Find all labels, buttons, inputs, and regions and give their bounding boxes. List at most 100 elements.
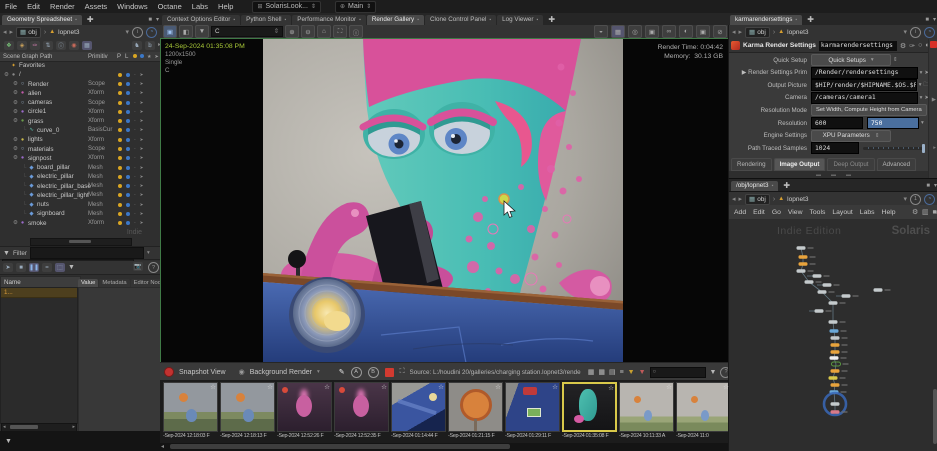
visible-flag[interactable] xyxy=(126,147,130,151)
tree-row-nuts[interactable]: └◆nutsMesh-➤ xyxy=(0,200,160,209)
funnel-icon[interactable]: ▼ xyxy=(68,264,75,271)
param-field-width[interactable]: 600 xyxy=(811,117,863,129)
tab-context-options-editor[interactable]: Context Options Editor▪ xyxy=(162,15,240,25)
active-flag[interactable] xyxy=(118,221,122,225)
info-icon[interactable]: ⓘ xyxy=(56,41,66,50)
select-arrow-icon[interactable]: ➤ xyxy=(140,72,144,78)
active-flag[interactable] xyxy=(118,110,122,114)
tab-geometry-spreadsheet[interactable]: Geometry Spreadsheet▪ xyxy=(2,15,82,25)
slider-handle[interactable] xyxy=(922,144,925,153)
network-view[interactable]: Indie Edition Solaris xyxy=(729,219,937,451)
node-label[interactable]: lopnet3 xyxy=(787,196,808,203)
active-flag[interactable] xyxy=(118,101,122,105)
grid-small-icon[interactable]: ▦ xyxy=(588,368,595,376)
tree-row-circle1[interactable]: ⚙●circle1Xform-➤ xyxy=(0,107,160,116)
back-icon[interactable]: ◂ xyxy=(732,28,736,36)
select-icon[interactable]: ➤ xyxy=(3,263,13,272)
col-primitive[interactable]: Primitiv xyxy=(88,54,108,60)
close-icon[interactable]: ▪ xyxy=(489,17,491,23)
tab-render-gallery[interactable]: Render Gallery▪ xyxy=(367,15,424,25)
param-tab-image-output[interactable]: Image Output xyxy=(774,158,826,171)
active-flag[interactable] xyxy=(118,203,122,207)
select-arrow-icon[interactable]: ➤ xyxy=(140,109,144,115)
expand-caret-icon[interactable]: ⚙ xyxy=(12,100,19,106)
expand-caret-icon[interactable]: ⚙ xyxy=(12,90,19,96)
select-arrow-icon[interactable]: ➤ xyxy=(140,100,144,106)
split-view-icon[interactable]: ◧ xyxy=(179,25,193,38)
help-icon[interactable]: ⊘ xyxy=(713,25,727,38)
thumb-image[interactable]: ☆ xyxy=(334,382,389,432)
close-icon[interactable]: ▪ xyxy=(537,17,539,23)
close-icon[interactable]: ▪ xyxy=(233,17,235,23)
active-flag[interactable] xyxy=(118,82,122,86)
dropdown-icon[interactable]: ▼ xyxy=(195,25,209,38)
thumb-image[interactable]: ☆ xyxy=(562,382,617,432)
info-icon[interactable]: i xyxy=(910,27,921,38)
gallery-thumb-8[interactable]: ☆-Sep-2024 01:35:08 F xyxy=(562,382,617,445)
param-tab-deep-output[interactable]: Deep Output xyxy=(827,158,874,171)
expand-caret-icon[interactable]: ⚙ xyxy=(12,155,19,161)
new-tab-button[interactable]: ✚ xyxy=(803,15,818,25)
visible-flag[interactable] xyxy=(126,138,130,142)
favorite-star-icon[interactable]: ☆ xyxy=(723,383,729,391)
tree-row-Favorites[interactable]: ✦Favorites xyxy=(0,61,160,70)
context-chip[interactable]: ▦obj xyxy=(745,27,770,38)
tab-log-viewer[interactable]: Log Viewer▪ xyxy=(497,15,543,25)
netmenu-add[interactable]: Add xyxy=(734,209,746,216)
grid-large-icon[interactable]: ▤ xyxy=(609,368,616,376)
grid-overlay-icon[interactable]: ▦ xyxy=(611,25,625,38)
gallery-thumb-9[interactable]: ☆-Sep-2024 10:11:33 A xyxy=(619,382,674,445)
select-arrow-icon[interactable]: ➤ xyxy=(140,192,144,198)
netmenu-go[interactable]: Go xyxy=(772,209,781,216)
gallery-thumb-3[interactable]: ☆-Sep-2024 12:52:26 F xyxy=(277,382,332,445)
scroll-right-icon[interactable]: ▸ xyxy=(72,424,75,430)
gallery-thumb-5[interactable]: ☆-Sep-2024 01:14:44 F xyxy=(391,382,446,445)
visible-flag[interactable] xyxy=(126,193,130,197)
funnel-icon[interactable]: ▼ xyxy=(5,438,12,445)
menu-windows[interactable]: Windows xyxy=(112,2,152,11)
square-icon[interactable]: ■ xyxy=(16,263,26,272)
close-icon[interactable]: ▪ xyxy=(417,17,419,23)
pane-menu-icon[interactable]: ■ xyxy=(148,17,152,23)
render-view[interactable]: 24-Sep-2024 01:35:08 PM 1200x1500 Single… xyxy=(160,38,729,364)
gallery-thumb-7[interactable]: ☆-Sep-2024 01:29:11 F xyxy=(505,382,560,445)
menu-assets[interactable]: Assets xyxy=(80,2,113,11)
thumb-image[interactable]: ☆ xyxy=(163,382,218,432)
chevron-down-icon[interactable]: ▾ xyxy=(919,82,922,88)
chevron-down-icon[interactable]: ▾ xyxy=(920,70,923,76)
favorite-filter-icon[interactable]: ▼ xyxy=(628,369,635,376)
desktop-tab-solarislook[interactable]: ⊞ SolarisLook... ⇕ xyxy=(252,1,320,13)
close-icon[interactable]: ▪ xyxy=(772,183,774,189)
chevron-down-icon[interactable]: ▾ xyxy=(125,28,129,36)
b-channel-icon[interactable]: B xyxy=(368,367,379,378)
snapshot-icon[interactable]: ❖ xyxy=(4,41,14,50)
chevron-down-icon[interactable]: ▾ xyxy=(921,120,924,126)
visible-flag[interactable] xyxy=(126,184,130,188)
chevron-down-icon[interactable]: ▾ xyxy=(903,195,907,203)
param-value-field[interactable]: 1024 xyxy=(811,142,859,154)
expand-caret-icon[interactable]: ⚙ xyxy=(3,72,10,78)
expand-caret-icon[interactable]: ⚙ xyxy=(12,118,19,124)
visible-flag[interactable] xyxy=(126,73,130,77)
clear-filter-icon[interactable]: ▼ xyxy=(639,369,646,376)
tree-row-curve-0[interactable]: └∿curve_0BasisCur-➤ xyxy=(0,126,160,135)
context-chip[interactable]: ▦obj xyxy=(16,27,41,38)
thumb-image[interactable]: ☆ xyxy=(505,382,560,432)
close-icon[interactable]: ▪ xyxy=(359,17,361,23)
netmenu-edit[interactable]: Edit xyxy=(753,209,765,216)
tab-editor-node[interactable]: Editor Nod xyxy=(131,279,164,287)
menu-file[interactable]: File xyxy=(0,2,22,11)
expand-caret-icon[interactable]: ⚙ xyxy=(12,109,19,115)
select-arrow-icon[interactable]: ➤ xyxy=(140,146,144,152)
pin-icon[interactable]: ◈ xyxy=(17,41,27,50)
tree-row-electric-pillar[interactable]: └◆electric_pillarMesh-➤ xyxy=(0,172,160,181)
gallery-thumb-1[interactable]: ☆-Sep-2024 12:18:03 F xyxy=(163,382,218,445)
selected-list-item[interactable]: 1... xyxy=(1,288,77,298)
context-chip[interactable]: ▦obj xyxy=(745,194,770,205)
select-arrow-icon[interactable]: ➤ xyxy=(140,165,144,171)
select-arrow-icon[interactable]: ➤ xyxy=(140,127,144,133)
close-icon[interactable]: ▪ xyxy=(75,17,77,23)
a-channel-icon[interactable]: A xyxy=(351,367,362,378)
expand-caret-icon[interactable]: ⚙ xyxy=(12,137,19,143)
favorite-star-icon[interactable]: ☆ xyxy=(438,383,444,391)
